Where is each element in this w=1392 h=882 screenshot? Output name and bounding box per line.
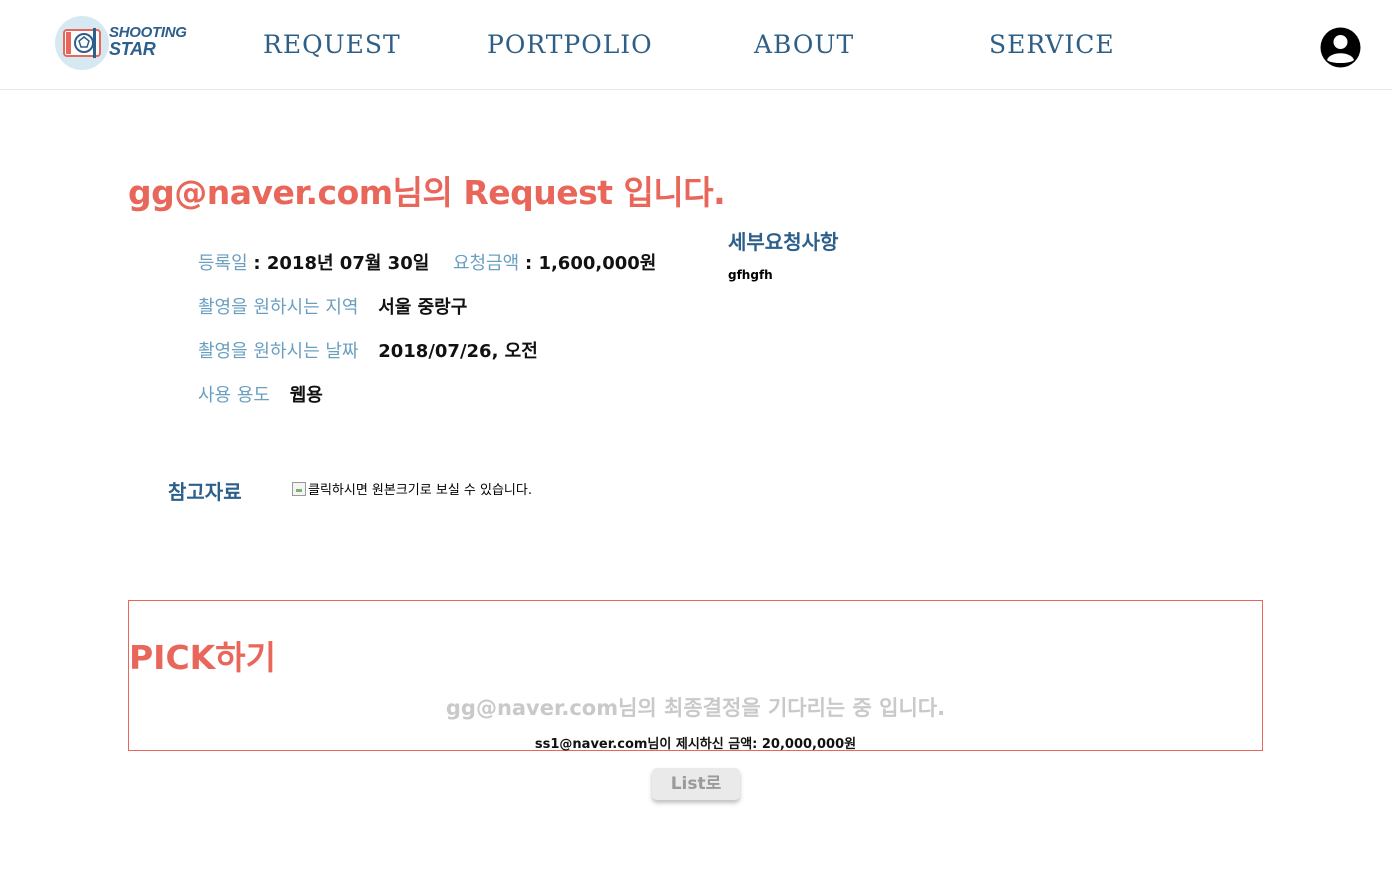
pick-panel: PICK하기 gg@naver.com님의 최종결정을 기다리는 중 입니다. … (128, 600, 1263, 752)
reference-image[interactable]: 클릭하시면 원본크기로 보실 수 있습니다. (292, 479, 532, 498)
reference-heading: 참고자료 (168, 480, 242, 504)
brand-logo[interactable]: SHOOTING STAR (55, 16, 195, 70)
reg-date-label: 등록일 (198, 253, 248, 274)
nav-request[interactable]: REQUEST (263, 30, 401, 59)
nav-portpolio[interactable]: PORTPOLIO (487, 30, 653, 59)
shoot-date-row: 촬영을 원하시는 날짜 2018/07/26, 오전 (198, 337, 538, 363)
usage-row: 사용 용도 웹용 (198, 381, 323, 407)
reg-date-row: 등록일 : 2018년 07월 30일 (198, 249, 429, 275)
nav-about[interactable]: ABOUT (754, 30, 854, 59)
amount-label: 요청금액 (453, 253, 520, 274)
reg-date-value: : 2018년 07월 30일 (253, 253, 430, 274)
page-title: gg@naver.com님의 Request 입니다. (128, 173, 726, 212)
pick-title: PICK하기 (129, 638, 276, 677)
nav-service[interactable]: SERVICE (989, 30, 1115, 59)
amount-row: 요청금액 : 1,600,000원 (453, 249, 656, 275)
usage-value: 웹용 (289, 385, 323, 406)
reference-image-alt: 클릭하시면 원본크기로 보실 수 있습니다. (308, 483, 532, 498)
user-account-icon[interactable] (1320, 27, 1361, 68)
detail-request-heading: 세부요청사항 (728, 230, 839, 254)
brand-name: SHOOTING STAR (109, 24, 187, 59)
top-navbar: SHOOTING STAR REQUEST PORTPOLIO ABOUT SE… (0, 0, 1392, 90)
detail-request-text: gfhgfh (728, 268, 773, 282)
region-label: 촬영을 원하시는 지역 (198, 297, 359, 318)
region-value: 서울 중랑구 (378, 297, 468, 318)
pick-waiting-text: gg@naver.com님의 최종결정을 기다리는 중 입니다. (445, 696, 946, 720)
shoot-date-label: 촬영을 원하시는 날짜 (198, 341, 359, 362)
shoot-date-value: 2018/07/26, 오전 (378, 341, 538, 362)
back-to-list-button[interactable]: List로 (652, 768, 740, 800)
amount-value: : 1,600,000원 (524, 253, 657, 274)
usage-label: 사용 용도 (198, 385, 270, 406)
broken-image-icon (292, 481, 306, 496)
camera-logo-icon (55, 16, 109, 70)
region-row: 촬영을 원하시는 지역 서울 중랑구 (198, 293, 467, 319)
pick-offer-text: ss1@naver.com님이 제시하신 금액: 20,000,000원 (534, 737, 857, 752)
